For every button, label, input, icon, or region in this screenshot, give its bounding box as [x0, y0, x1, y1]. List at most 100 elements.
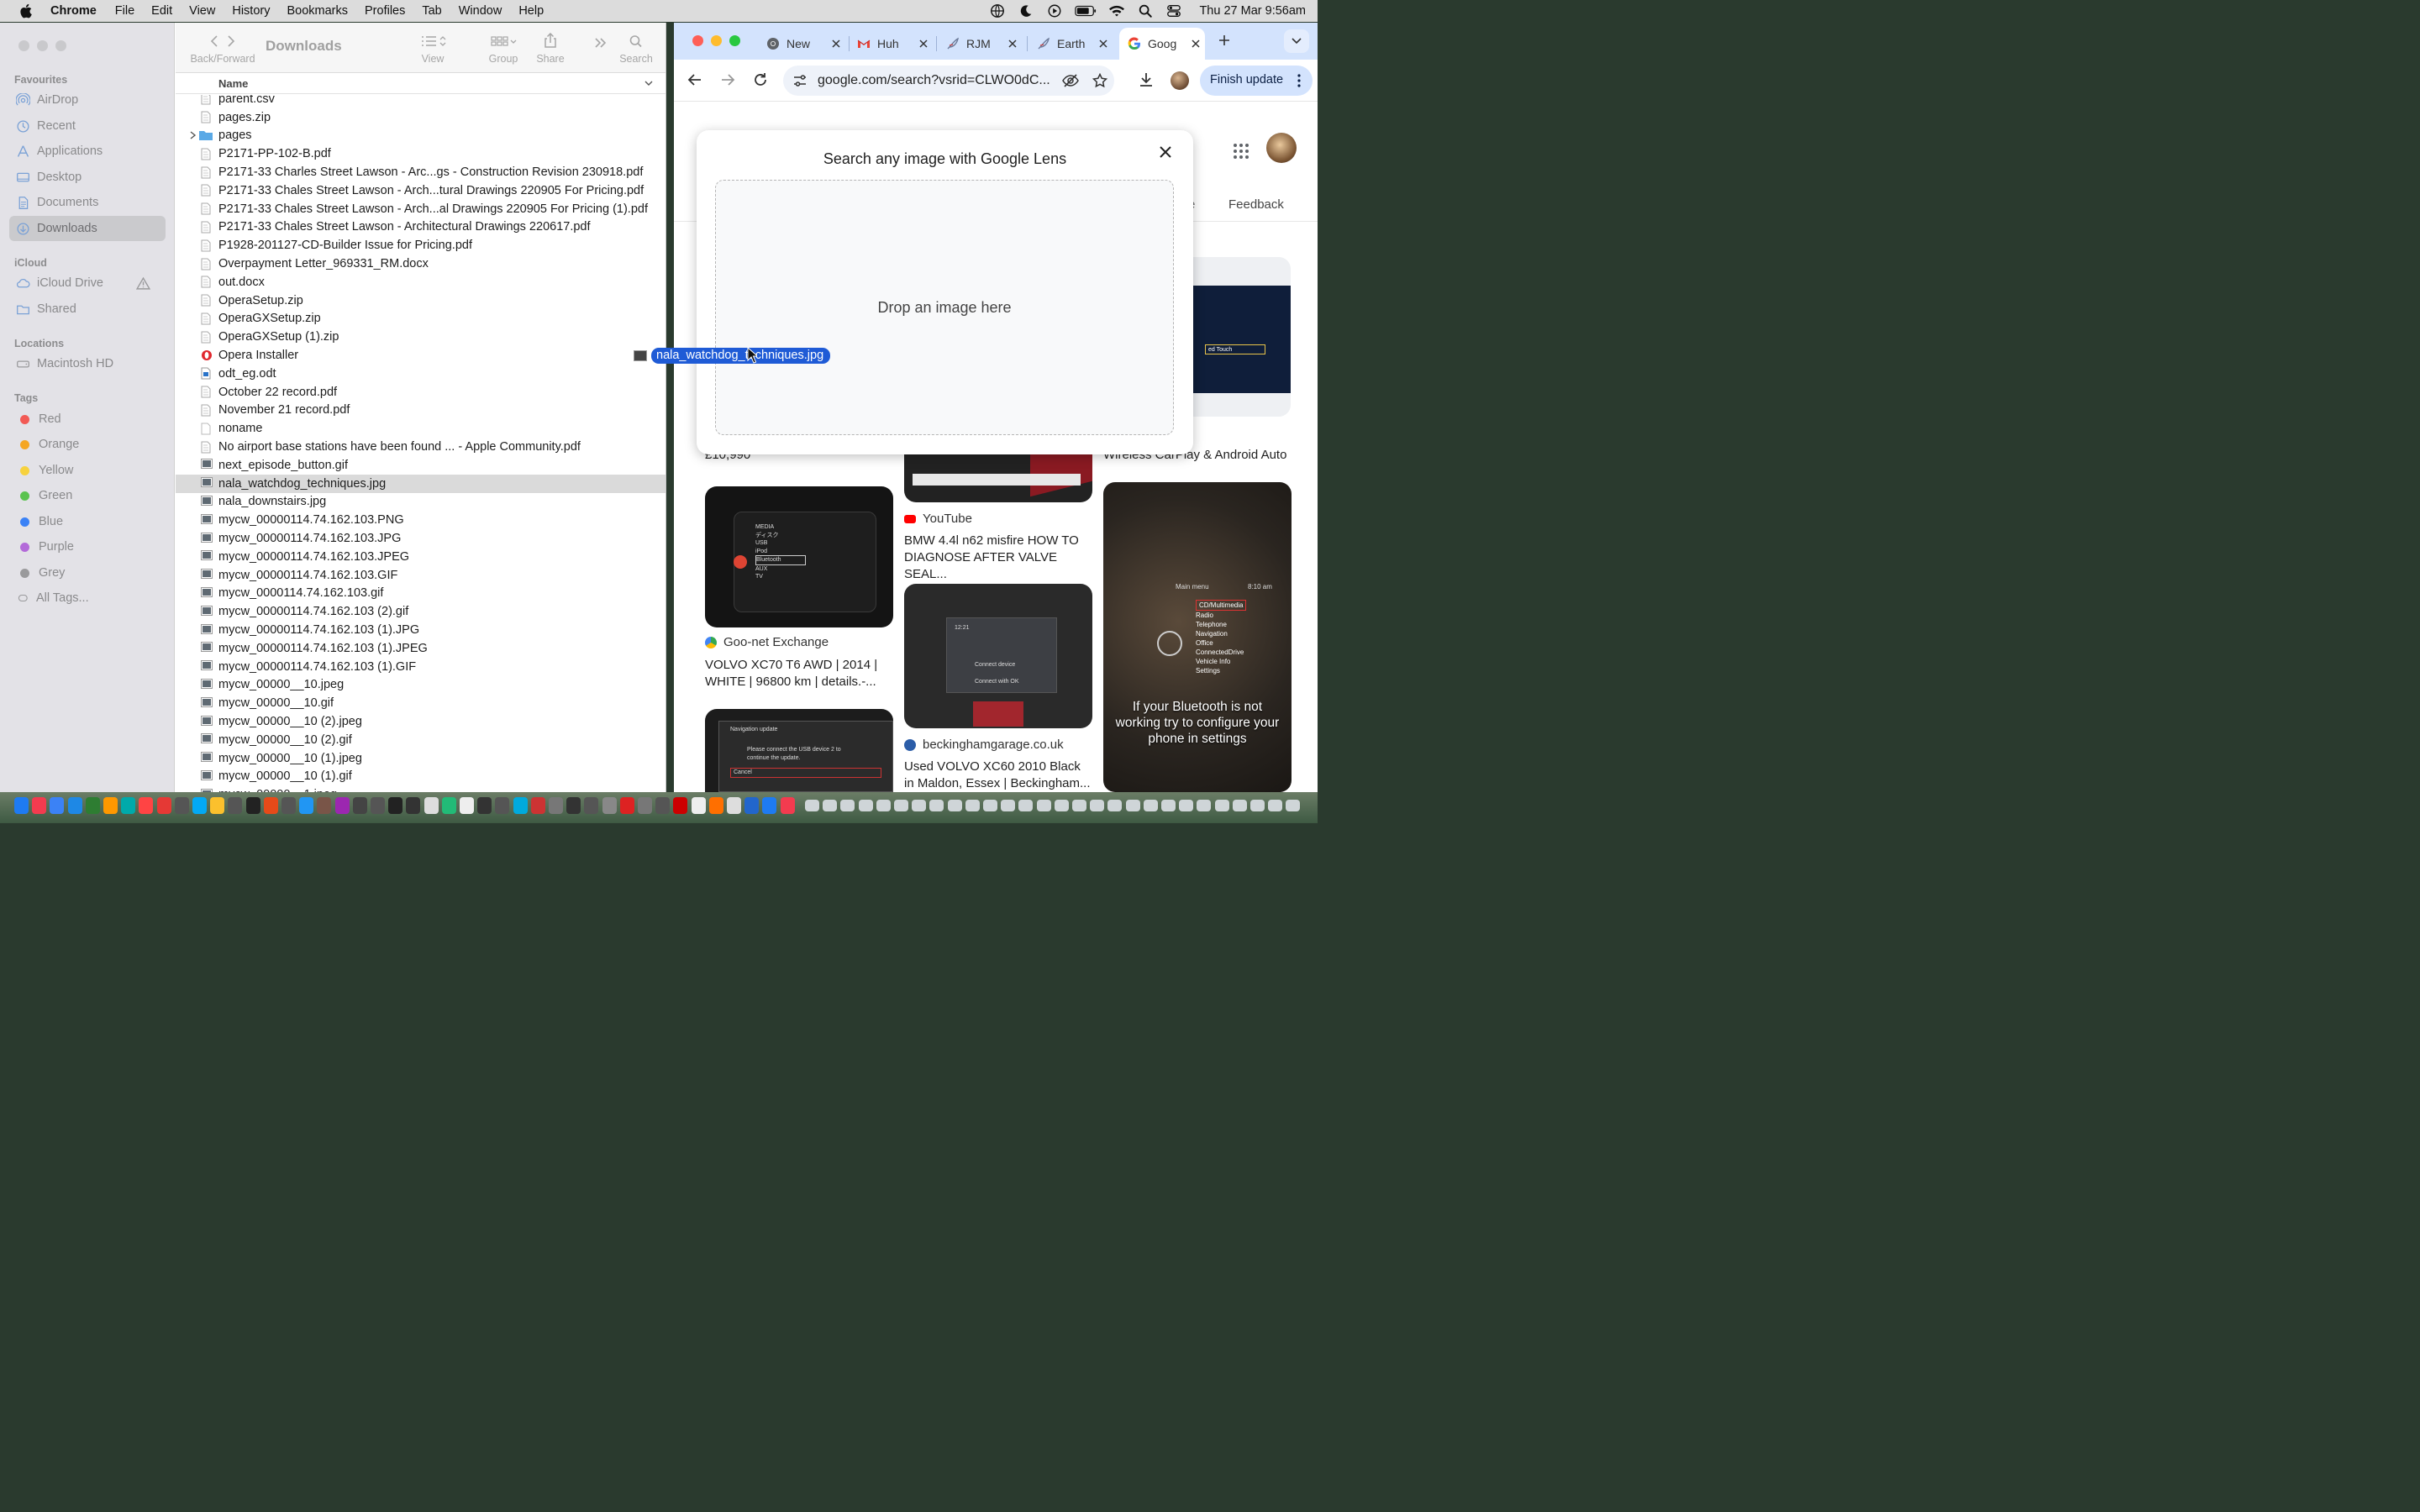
sidebar-tag-orange[interactable]: Orange	[9, 432, 166, 457]
dock-minimized-window-icon[interactable]	[876, 800, 891, 811]
dock-minimized-window-icon[interactable]	[912, 800, 927, 811]
dock-app-icon[interactable]	[584, 797, 599, 814]
chrome-minimize-button[interactable]	[711, 35, 722, 46]
sidebar-item-downloads[interactable]: Downloads	[9, 216, 166, 241]
menu-file[interactable]: File	[115, 4, 134, 18]
finder-zoom-button[interactable]	[55, 40, 66, 51]
battery-icon[interactable]	[1075, 3, 1097, 18]
dock-app-icon[interactable]	[549, 797, 563, 814]
sidebar-tag-blue[interactable]: Blue	[9, 509, 166, 534]
wifi-icon[interactable]	[1108, 3, 1125, 18]
list-column-header[interactable]: Name	[176, 74, 666, 94]
chrome-close-button[interactable]	[692, 35, 703, 46]
finder-close-button[interactable]	[18, 40, 29, 51]
dock-app-icon[interactable]	[299, 797, 314, 814]
share-button[interactable]: Share	[534, 33, 567, 65]
file-row[interactable]: parent.csv	[176, 95, 666, 108]
dock-app-icon[interactable]	[495, 797, 510, 814]
file-row[interactable]: mycw_00000114.74.162.103 (1).JPG	[176, 621, 666, 639]
dock-app-icon[interactable]	[744, 797, 760, 814]
dock-app-icon[interactable]	[192, 797, 207, 814]
dock-app-icon[interactable]	[513, 797, 528, 814]
dock-minimized-window-icon[interactable]	[1107, 800, 1123, 811]
file-row[interactable]: next_episode_button.gif	[176, 456, 666, 475]
menu-app-name[interactable]: Chrome	[50, 4, 97, 18]
globe-icon[interactable]	[989, 3, 1006, 18]
dock-minimized-window-icon[interactable]	[1214, 800, 1229, 811]
dock-app-icon[interactable]	[14, 797, 29, 814]
file-row[interactable]: mycw_00000__10 (2).jpeg	[176, 712, 666, 731]
file-row[interactable]: mycw_00000__10 (1).jpeg	[176, 749, 666, 768]
file-row[interactable]: P2171-PP-102-B.pdf	[176, 144, 666, 163]
tab-google[interactable]: Goog	[1119, 28, 1205, 60]
moon-icon[interactable]	[1018, 3, 1034, 18]
menu-edit[interactable]: Edit	[151, 4, 172, 18]
group-button[interactable]: Group	[485, 34, 522, 65]
apple-icon[interactable]	[18, 3, 34, 18]
tab-search-button[interactable]	[1284, 29, 1309, 53]
dock-minimized-window-icon[interactable]	[805, 800, 819, 811]
dock-minimized-window-icon[interactable]	[823, 800, 838, 811]
file-row[interactable]: November 21 record.pdf	[176, 402, 666, 420]
menu-window[interactable]: Window	[459, 4, 502, 18]
file-row[interactable]: P2171-33 Chales Street Lawson - Arch...t…	[176, 181, 666, 200]
url-text[interactable]: google.com/search?vsrid=CLWO0dC...	[818, 73, 1050, 88]
sidebar-tag-purple[interactable]: Purple	[9, 534, 166, 559]
dock-minimized-window-icon[interactable]	[1286, 800, 1301, 811]
eye-slash-icon[interactable]	[1062, 73, 1079, 88]
dock-minimized-window-icon[interactable]	[1036, 800, 1051, 811]
menu-bookmarks[interactable]: Bookmarks	[287, 4, 348, 18]
column-name[interactable]: Name	[218, 77, 248, 90]
result-thumbnail[interactable]: 12:21 Connect device Connect with OK	[904, 584, 1092, 728]
file-row[interactable]: mycw_0000114.74.162.103.gif	[176, 585, 666, 603]
dock-minimized-window-icon[interactable]	[840, 800, 855, 811]
dock-app-icon[interactable]	[638, 797, 652, 814]
sidebar-tag-yellow[interactable]: Yellow	[9, 458, 166, 483]
tab-rjm[interactable]: RJM	[938, 28, 1022, 60]
dock-minimized-window-icon[interactable]	[983, 800, 997, 811]
file-row[interactable]: mycw_00000114.74.162.103 (1).JPEG	[176, 639, 666, 658]
image-drop-zone[interactable]: Drop an image here	[715, 180, 1174, 435]
dock-minimized-window-icon[interactable]	[1054, 800, 1069, 811]
dock-minimized-window-icon[interactable]	[1179, 800, 1194, 811]
tab-gmail[interactable]: Huh	[849, 28, 933, 60]
dock-app-icon[interactable]	[85, 797, 100, 814]
result-source[interactable]: beckinghamgarage.co.uk	[904, 738, 1064, 752]
dock-app-icon[interactable]	[228, 797, 243, 814]
play-circle-icon[interactable]	[1046, 3, 1063, 18]
dock-app-icon[interactable]	[619, 797, 634, 814]
dock-app-icon[interactable]	[139, 797, 154, 814]
dock-minimized-window-icon[interactable]	[1125, 800, 1140, 811]
result-title[interactable]: BMW 4.4l n62 misfire HOW TO DIAGNOSE AFT…	[904, 533, 1092, 583]
sort-chevron-down-icon[interactable]	[644, 79, 653, 87]
dock-app-icon[interactable]	[50, 797, 65, 814]
back-arrow-icon[interactable]	[687, 72, 702, 87]
site-settings-icon[interactable]	[793, 74, 807, 87]
file-row[interactable]: mycw_00000114.74.162.103 (2).gif	[176, 602, 666, 621]
drag-proxy[interactable]: nala_watchdog_techniques.jpg	[634, 347, 831, 364]
tab-close-icon[interactable]	[919, 39, 928, 48]
file-row[interactable]: mycw_00000114.74.162.103.GIF	[176, 566, 666, 585]
dock-minimized-window-icon[interactable]	[947, 800, 962, 811]
dock-minimized-window-icon[interactable]	[1197, 800, 1212, 811]
file-row[interactable]: mycw_00000114.74.162.103.JPEG	[176, 548, 666, 566]
dock-app-icon[interactable]	[441, 797, 456, 814]
dock-app-icon[interactable]	[156, 797, 171, 814]
dock-minimized-window-icon[interactable]	[1072, 800, 1086, 811]
tab-close-icon[interactable]	[1192, 39, 1200, 48]
file-row[interactable]: October 22 record.pdf	[176, 383, 666, 402]
result-source[interactable]: YouTube	[904, 512, 972, 526]
dock-app-icon[interactable]	[655, 797, 671, 814]
dock-app-icon[interactable]	[210, 797, 225, 814]
menu-view[interactable]: View	[189, 4, 215, 18]
sidebar-item-airdrop[interactable]: AirDrop	[9, 87, 166, 113]
dock-app-icon[interactable]	[530, 797, 545, 814]
dock-app-icon[interactable]	[317, 797, 332, 814]
dock-minimized-window-icon[interactable]	[1001, 800, 1016, 811]
sidebar-item-desktop[interactable]: Desktop	[9, 165, 166, 190]
control-center-icon[interactable]	[1165, 3, 1182, 18]
file-row[interactable]: noname	[176, 419, 666, 438]
sidebar-item-documents[interactable]: Documents	[9, 190, 166, 215]
more-chevron-icon[interactable]	[594, 37, 608, 49]
sidebar-item-macintosh-hd[interactable]: Macintosh HD	[9, 351, 166, 376]
